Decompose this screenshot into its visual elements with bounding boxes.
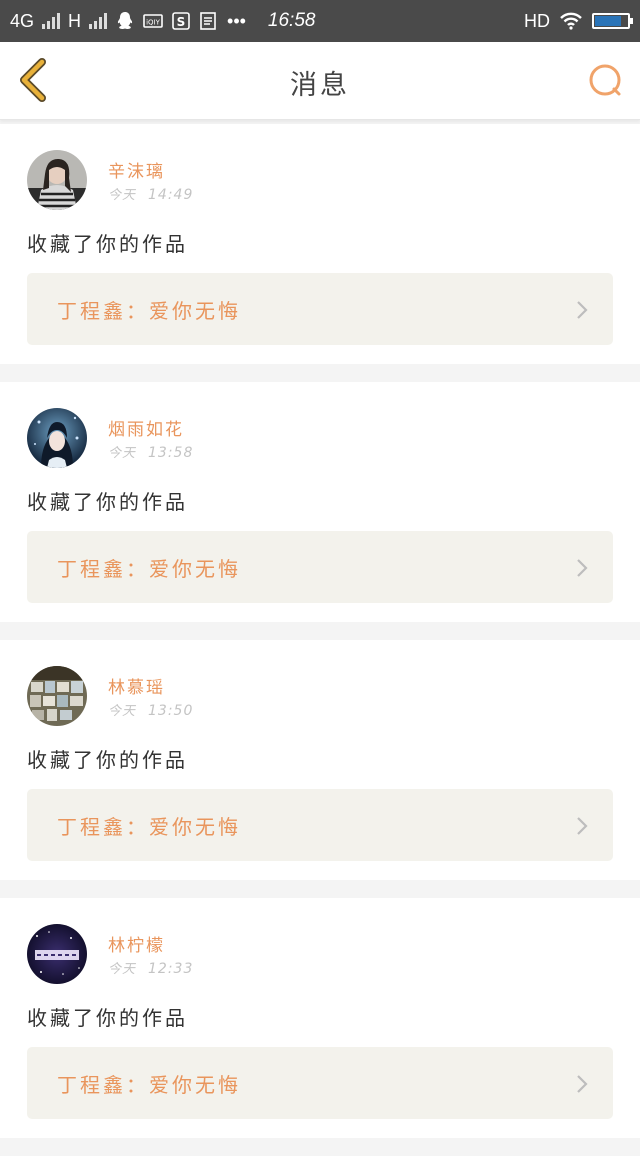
work-title: 丁程鑫：爱你无悔 <box>57 299 241 323</box>
svg-text:S: S <box>177 15 186 29</box>
signal-strength-icon <box>42 13 61 29</box>
signal-strength-icon-2 <box>89 13 108 29</box>
timestamp: 今天 12:33 <box>108 958 193 977</box>
action-text: 收藏了你的作品 <box>27 1006 188 1030</box>
iqiyi-icon: iQIY <box>143 14 163 28</box>
message-list: 辛沫璃 今天 14:49 收藏了你的作品 丁程鑫：爱你无悔 烟雨如花 今天 13:5… <box>0 124 640 1156</box>
username[interactable]: 林柠檬 <box>108 931 165 956</box>
svg-text:iQIY: iQIY <box>146 19 161 27</box>
timestamp-time: 14:49 <box>148 187 194 203</box>
header-bar: 消息 <box>0 42 640 120</box>
timestamp-time: 13:50 <box>148 703 194 719</box>
work-title: 丁程鑫：爱你无悔 <box>57 557 241 581</box>
timestamp-day: 今天 <box>108 704 137 719</box>
app-notification-icon <box>200 12 216 30</box>
qq-icon <box>117 12 133 29</box>
message-card: 林柠檬 今天 12:33 收藏了你的作品 丁程鑫：爱你无悔 <box>0 898 640 1138</box>
avatar[interactable] <box>27 150 87 210</box>
timestamp-time: 12:33 <box>148 961 194 977</box>
timestamp: 今天 14:49 <box>108 184 193 203</box>
battery-icon <box>592 13 633 29</box>
avatar-image <box>27 408 87 468</box>
work-link[interactable]: 丁程鑫：爱你无悔 <box>27 531 613 603</box>
timestamp-day: 今天 <box>108 188 137 203</box>
avatar[interactable] <box>27 666 87 726</box>
message-card: 烟雨如花 今天 13:58 收藏了你的作品 丁程鑫：爱你无悔 <box>0 382 640 622</box>
work-title: 丁程鑫：爱你无悔 <box>57 1073 241 1097</box>
more-notifications-icon: ••• <box>227 10 246 31</box>
search-button[interactable] <box>586 60 626 100</box>
hd-label: HD <box>524 10 550 31</box>
status-time: 16:58 <box>267 10 316 31</box>
network-type-label: 4G <box>10 10 35 31</box>
username[interactable]: 林慕瑶 <box>108 673 165 698</box>
work-link[interactable]: 丁程鑫：爱你无悔 <box>27 1047 613 1119</box>
action-text: 收藏了你的作品 <box>27 232 188 256</box>
avatar-image <box>27 924 87 984</box>
username[interactable]: 烟雨如花 <box>108 415 184 440</box>
work-title: 丁程鑫：爱你无悔 <box>57 815 241 839</box>
s-app-icon: S <box>172 12 190 30</box>
timestamp-day: 今天 <box>108 962 137 977</box>
chevron-right-icon <box>577 301 588 319</box>
chevron-right-icon <box>577 1075 588 1093</box>
avatar[interactable] <box>27 408 87 468</box>
status-bar: 4G H iQIY S ••• 16:58 HD <box>0 0 640 42</box>
action-text: 收藏了你的作品 <box>27 748 188 772</box>
chevron-right-icon <box>577 559 588 577</box>
timestamp-day: 今天 <box>108 446 137 461</box>
message-card: 林慕瑶 今天 13:50 收藏了你的作品 丁程鑫：爱你无悔 <box>0 640 640 880</box>
page-title: 消息 <box>290 70 350 101</box>
timestamp-time: 13:58 <box>148 445 194 461</box>
timestamp: 今天 13:50 <box>108 700 193 719</box>
chevron-right-icon <box>577 817 588 835</box>
avatar-image <box>27 150 87 210</box>
wifi-icon <box>560 12 582 30</box>
avatar-image <box>27 666 87 726</box>
network-type-label-2: H <box>68 10 82 31</box>
work-link[interactable]: 丁程鑫：爱你无悔 <box>27 273 613 345</box>
username[interactable]: 辛沫璃 <box>108 157 165 182</box>
action-text: 收藏了你的作品 <box>27 490 188 514</box>
avatar[interactable] <box>27 924 87 984</box>
work-link[interactable]: 丁程鑫：爱你无悔 <box>27 789 613 861</box>
timestamp: 今天 13:58 <box>108 442 193 461</box>
message-card: 辛沫璃 今天 14:49 收藏了你的作品 丁程鑫：爱你无悔 <box>0 124 640 364</box>
